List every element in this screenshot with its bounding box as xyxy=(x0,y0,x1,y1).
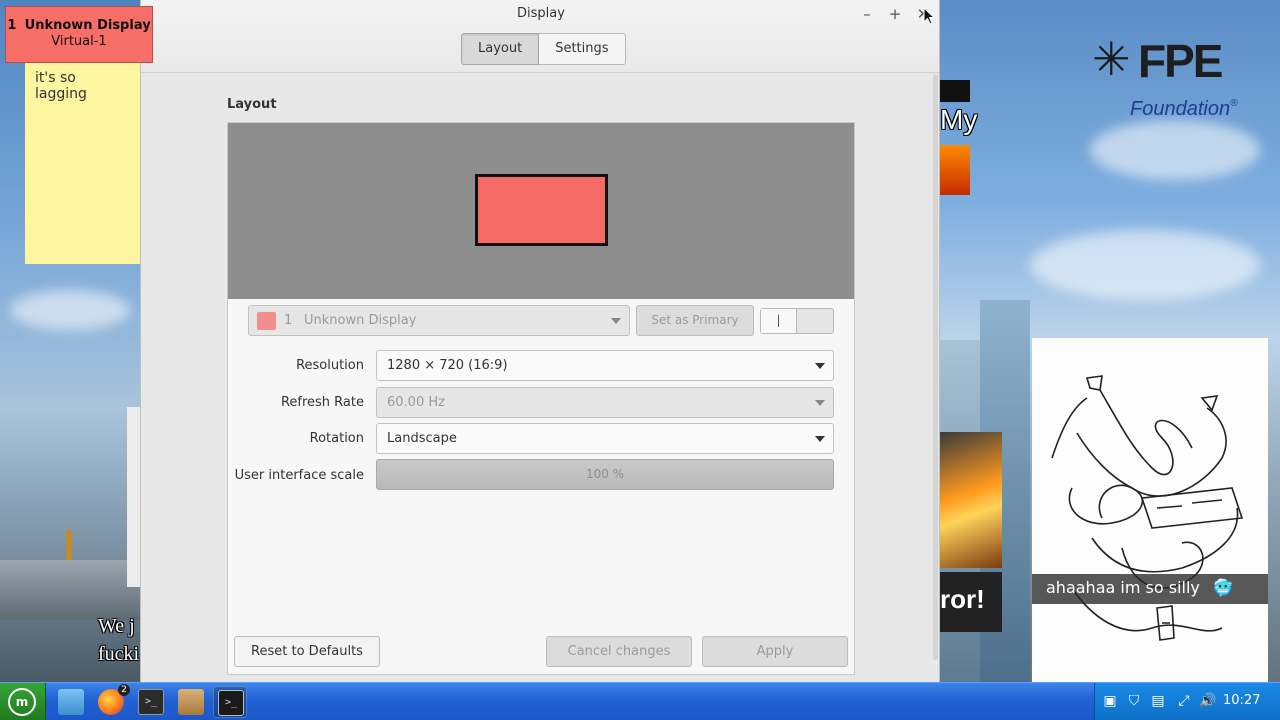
identify-name: Unknown Display xyxy=(24,18,151,33)
display-select[interactable]: 1 Unknown Display xyxy=(248,305,630,336)
display-select-number: 1 xyxy=(284,313,293,328)
chevron-down-icon xyxy=(815,363,825,369)
meme-left-line1: We j xyxy=(98,615,135,637)
view-switcher: Layout Settings xyxy=(461,33,626,65)
identify-connector: Virtual-1 xyxy=(51,34,107,49)
terminal-icon: >_ xyxy=(138,689,164,715)
bridge xyxy=(0,560,140,620)
archive-icon xyxy=(178,689,204,715)
taskbar-item-firefox[interactable]: 2 xyxy=(94,684,130,718)
resolution-select[interactable]: 1280 × 720 (16:9) xyxy=(376,350,834,381)
fire-image xyxy=(940,432,1002,568)
clipboard-icon[interactable]: ▣ xyxy=(1101,692,1119,710)
toggle-knob: | xyxy=(761,309,797,333)
ui-scale-slider[interactable]: 100 % xyxy=(376,459,834,490)
meme-text-my: My xyxy=(940,104,978,135)
layout-panel: 1 Unknown Display Set as Primary | Resol… xyxy=(227,122,855,675)
refresh-rate-label: Refresh Rate xyxy=(280,395,364,410)
set-as-primary-button[interactable]: Set as Primary xyxy=(636,305,754,336)
section-title: Layout xyxy=(227,97,277,112)
logo-subtext-word: Foundation xyxy=(1130,98,1231,120)
taskbar-item-terminal-window[interactable]: >_ xyxy=(213,686,247,718)
phone-edge xyxy=(127,407,140,587)
tab-settings[interactable]: Settings xyxy=(539,33,626,65)
logo-subtext: Foundation® xyxy=(1130,98,1237,121)
network-icon[interactable]: ⤢ xyxy=(1175,692,1193,710)
display-enable-toggle[interactable]: | xyxy=(760,308,834,334)
taskbar-item-files[interactable] xyxy=(54,686,88,718)
doodle-image: ahaahaa im so silly 🥶 xyxy=(1032,338,1268,682)
notes-icon[interactable]: ▤ xyxy=(1149,692,1167,710)
terminal-window-icon: >_ xyxy=(218,690,244,716)
taskbar-item-terminal[interactable]: >_ xyxy=(134,686,168,718)
logo-text: FPE xyxy=(1138,35,1223,87)
resolution-label: Resolution xyxy=(296,358,364,373)
meme-left-line2: fucki xyxy=(98,643,140,665)
cancel-changes-button[interactable]: Cancel changes xyxy=(546,636,692,667)
rotation-label: Rotation xyxy=(309,431,364,446)
ui-scale-label: User interface scale xyxy=(234,468,364,483)
sticky-note-text[interactable]: it's so lagging xyxy=(35,70,87,102)
display-identify-badge: 1 Unknown Display Virtual-1 xyxy=(5,6,153,63)
start-menu-button[interactable]: m xyxy=(0,683,46,720)
window-scrollbar[interactable] xyxy=(933,74,938,660)
mint-logo-icon: m xyxy=(8,688,36,716)
apply-button[interactable]: Apply xyxy=(702,636,848,667)
mouse-cursor-icon xyxy=(923,7,935,25)
dark-strip xyxy=(940,80,970,102)
monitor-preview[interactable] xyxy=(475,174,608,246)
refresh-rate-select[interactable]: 60.00 Hz xyxy=(376,387,834,418)
maximize-icon[interactable]: + xyxy=(885,4,905,24)
fire-image xyxy=(940,145,970,195)
refresh-rate-value: 60.00 Hz xyxy=(387,395,445,410)
logo-reg-mark: ® xyxy=(1230,98,1238,109)
display-color-swatch xyxy=(257,312,276,330)
display-settings-window: Display – + ✕ Layout Settings Layout 1 U… xyxy=(140,0,940,682)
chevron-down-icon xyxy=(611,318,621,324)
identify-number: 1 xyxy=(7,18,17,33)
system-tray: ▣ ⛉ ▤ ⤢ 🔊 10:27 xyxy=(1094,683,1280,720)
doodle-caption-text: ahaahaa im so silly xyxy=(1046,578,1200,597)
monitor-arrangement-area[interactable] xyxy=(228,123,854,299)
sparkle-icon: ✳ xyxy=(1092,32,1131,86)
tab-layout[interactable]: Layout xyxy=(461,33,540,65)
clock[interactable]: 10:27 xyxy=(1223,693,1260,708)
resolution-value: 1280 × 720 (16:9) xyxy=(387,358,508,373)
minimize-icon[interactable]: – xyxy=(857,4,877,24)
doodle-caption: ahaahaa im so silly 🥶 xyxy=(1032,574,1268,604)
cloud xyxy=(10,290,130,330)
meme-text-ror: ror! xyxy=(940,572,1002,632)
shield-icon[interactable]: ⛉ xyxy=(1125,692,1143,710)
chevron-down-icon xyxy=(815,436,825,442)
display-select-name: Unknown Display xyxy=(304,313,417,328)
meme-text-left: We j fucki xyxy=(98,612,139,668)
sticky-note[interactable]: it's so lagging xyxy=(25,62,140,264)
firefox-badge: 2 xyxy=(118,684,130,696)
rotation-value: Landscape xyxy=(387,431,457,446)
files-icon xyxy=(58,689,84,715)
reset-to-defaults-button[interactable]: Reset to Defaults xyxy=(234,636,380,667)
fpe-foundation-logo: ✳ FPE Foundation® xyxy=(1092,34,1252,130)
emoji-icon: 🥶 xyxy=(1212,578,1233,597)
cloud xyxy=(1030,230,1260,300)
taskbar-item-archive[interactable] xyxy=(174,686,208,718)
window-title: Display xyxy=(517,6,565,21)
layout-page: Layout 1 Unknown Display Set as Primary … xyxy=(141,74,933,680)
rotation-select[interactable]: Landscape xyxy=(376,423,834,454)
window-titlebar[interactable]: Display – + ✕ Layout Settings xyxy=(141,0,939,73)
chevron-down-icon xyxy=(815,400,825,406)
doodle-sketch xyxy=(1051,375,1244,641)
taskbar: m 2 >_ >_ ▣ ⛉ ▤ ⤢ 🔊 10:27 xyxy=(0,682,1280,720)
volume-icon[interactable]: 🔊 xyxy=(1199,692,1217,710)
